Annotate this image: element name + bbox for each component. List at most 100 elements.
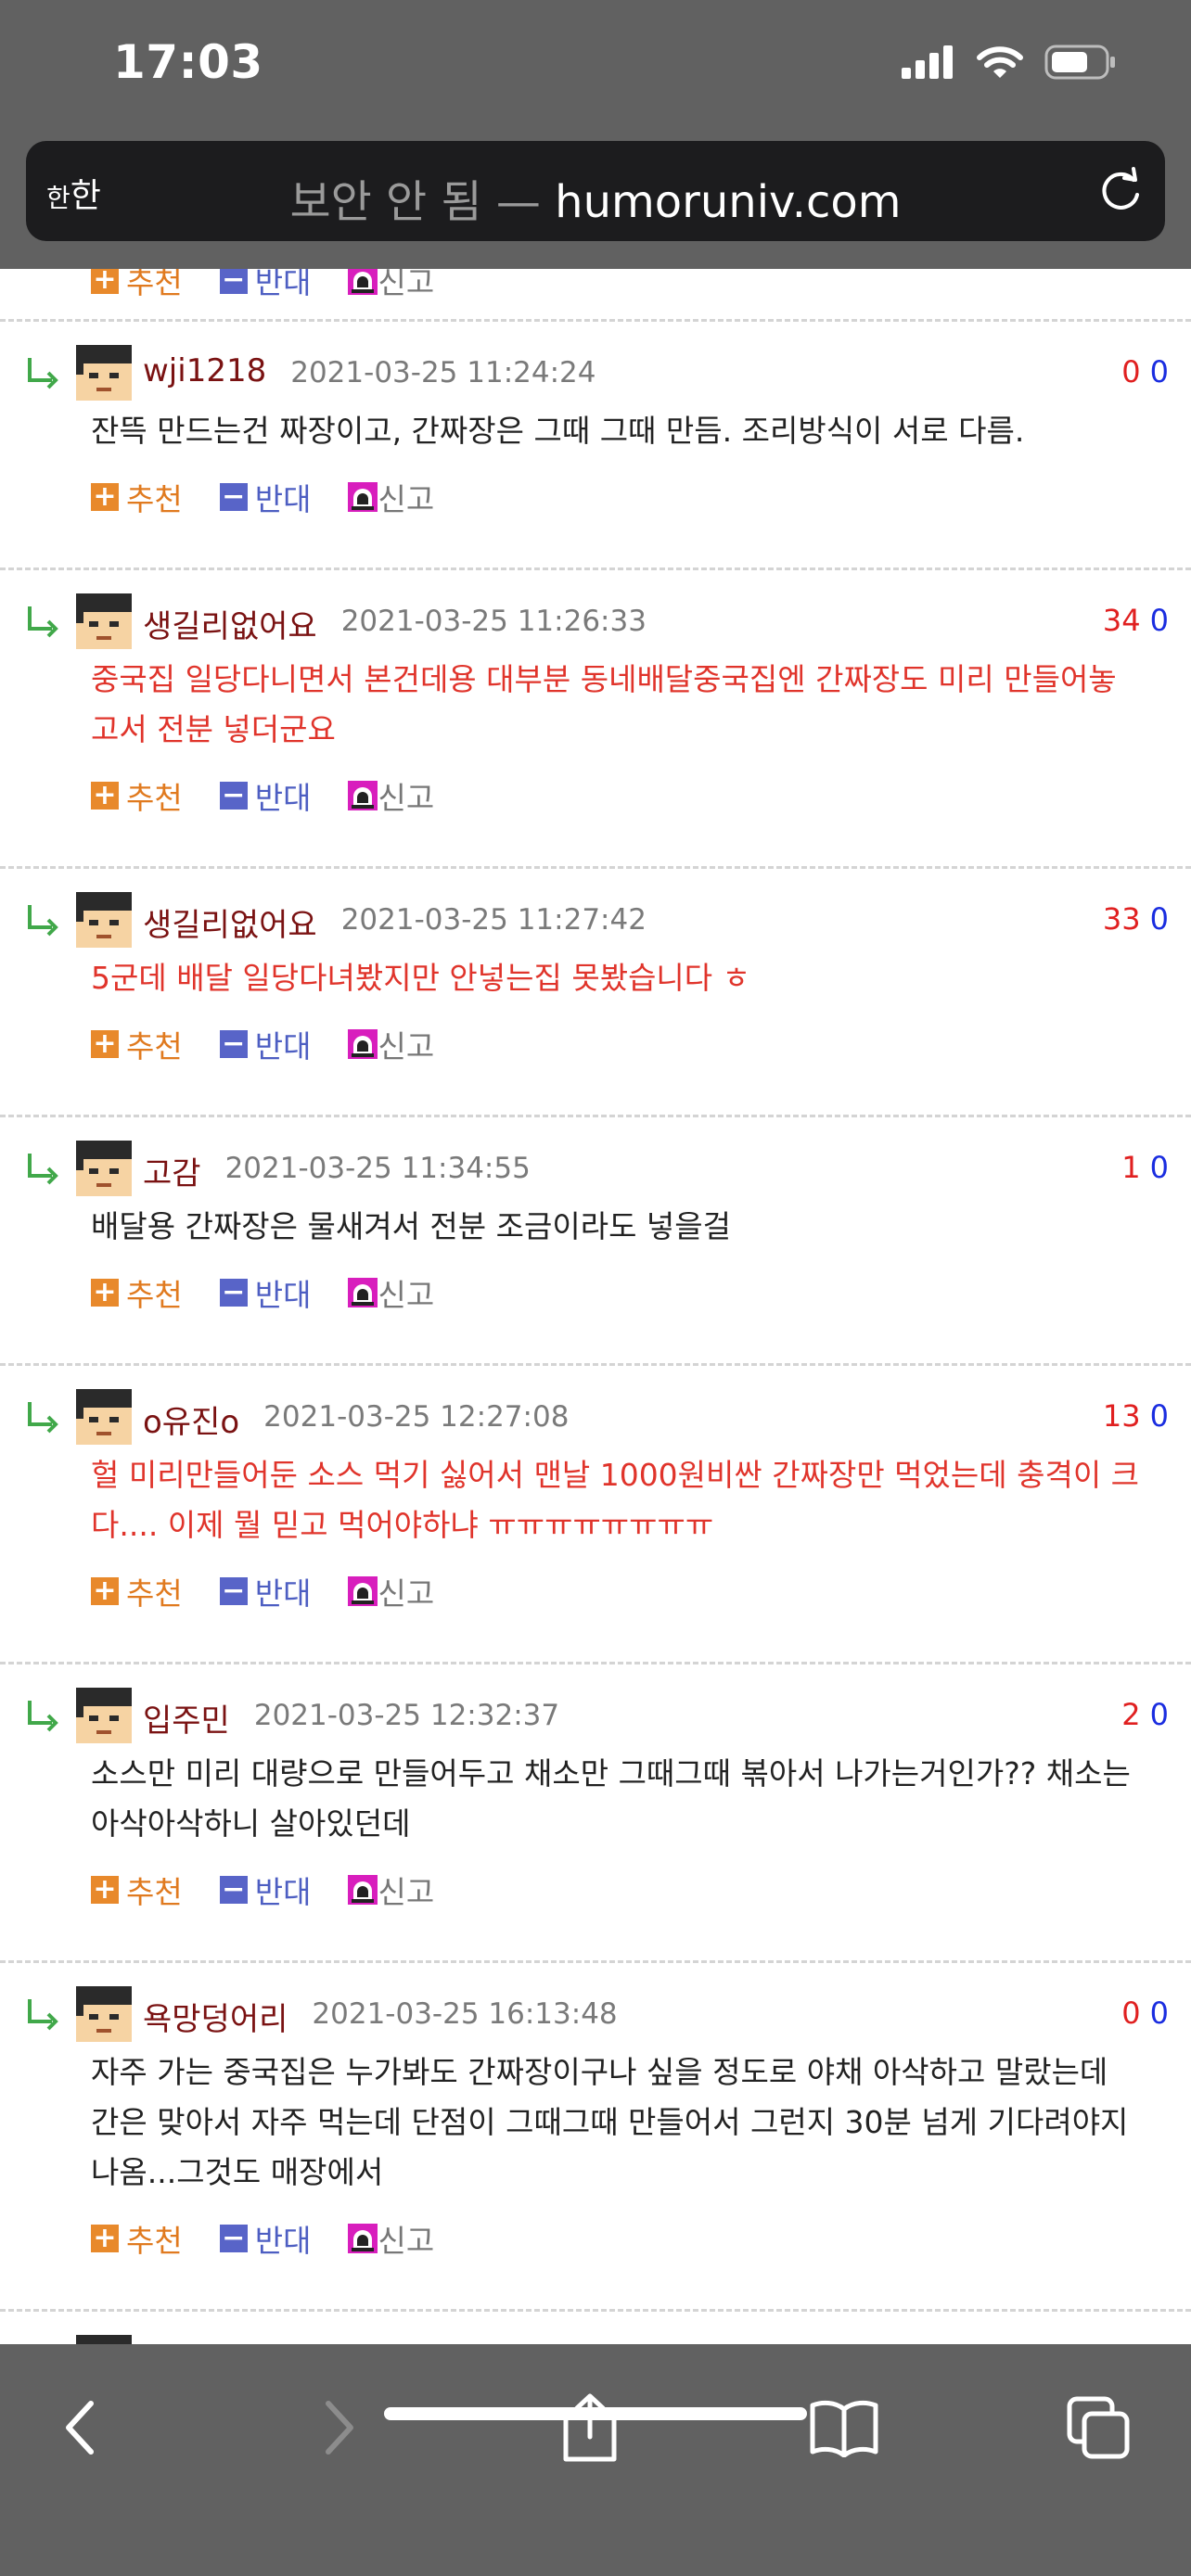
comment-divider xyxy=(0,2309,1191,2312)
report-button[interactable]: 신고 xyxy=(348,1270,434,1315)
comment-actions: + 추천 − 반대 신고 xyxy=(91,1869,471,1910)
comment-body: 중국집 일당다니면서 본건데용 대부분 동네배달중국집엔 간짜장도 미리 만들어… xyxy=(91,655,1167,755)
downvote-count: 0 xyxy=(1149,1398,1169,1434)
minus-icon: − xyxy=(219,782,248,810)
reply-arrow-icon xyxy=(28,358,58,389)
siren-icon xyxy=(348,1029,378,1059)
comment-author[interactable]: 생길리없어요 xyxy=(143,899,317,945)
report-label: 신고 xyxy=(378,780,435,816)
recommend-button[interactable]: + 추천 xyxy=(91,773,183,818)
oppose-label: 반대 xyxy=(254,2223,312,2259)
recommend-button[interactable]: + 추천 xyxy=(91,1868,183,1912)
comment-actions: + 추천 − 반대 신고 xyxy=(91,1272,471,1313)
downvote-count: 0 xyxy=(1149,1996,1169,2031)
user-avatar xyxy=(76,892,132,948)
oppose-label: 반대 xyxy=(254,1028,312,1065)
report-button[interactable]: 신고 xyxy=(348,1569,434,1613)
user-avatar xyxy=(76,1389,132,1445)
recommend-button[interactable]: + 추천 xyxy=(91,475,183,519)
recommend-label: 추천 xyxy=(126,1575,183,1612)
plus-icon: + xyxy=(91,1279,119,1307)
report-label: 신고 xyxy=(378,1028,435,1065)
reply-arrow-icon xyxy=(28,1701,58,1732)
comment-actions: + 추천 − 반대 신고 xyxy=(91,1024,471,1065)
oppose-label: 반대 xyxy=(254,1874,312,1910)
recommend-button[interactable]: + 추천 xyxy=(91,1022,183,1066)
recommend-button[interactable]: + 추천 xyxy=(91,1270,183,1315)
recommend-label: 추천 xyxy=(126,1028,183,1065)
url-text[interactable]: 보안 안 됨 — humoruniv.com xyxy=(26,165,1165,230)
comment-votes: 00 xyxy=(1121,354,1169,389)
comment-body: 자주 가는 중국집은 누가봐도 간짜장이구나 싶을 정도로 야채 아삭하고 말랐… xyxy=(91,2047,1167,2198)
comment-item: 생길리없어요 2021-03-25 11:27:42 33 0 5군데 배달 일당다녀봤… xyxy=(0,866,1191,1115)
reply-arrow-icon xyxy=(28,905,58,937)
reply-arrow-icon xyxy=(28,606,58,638)
url-domain: humoruniv.com xyxy=(555,176,902,228)
plus-icon: + xyxy=(91,1577,119,1605)
forward-button[interactable] xyxy=(302,2391,377,2465)
siren-icon xyxy=(348,482,378,512)
comment-divider xyxy=(0,319,1191,322)
minus-icon: − xyxy=(219,1279,248,1307)
share-button[interactable] xyxy=(553,2391,627,2465)
plus-icon: + xyxy=(91,1876,119,1904)
oppose-label: 반대 xyxy=(254,780,312,816)
comment-body-line: 헐 미리만들어둔 소스 먹기 싫어서 맨날 1000원비싼 간짜장만 먹었는데 … xyxy=(91,1457,1140,1493)
report-button[interactable]: 신고 xyxy=(348,1868,434,1912)
oppose-label: 반대 xyxy=(254,1575,312,1612)
oppose-button[interactable]: − 반대 xyxy=(219,773,312,818)
comment-votes: 10 xyxy=(1121,1150,1169,1185)
comment-actions: + 추천 − 반대 신고 xyxy=(91,1571,471,1612)
user-avatar xyxy=(76,1141,132,1196)
address-bar[interactable]: 한한 보안 안 됨 — humoruniv.com xyxy=(26,141,1165,241)
oppose-button[interactable]: − 반대 xyxy=(219,1868,312,1912)
comment-item: 욕망덩어리 2021-03-25 16:13:48 0 0 자주 가는 중국집은 누가봐… xyxy=(0,1960,1191,2309)
comment-author[interactable]: 욕망덩어리 xyxy=(143,1994,288,2039)
comment-author[interactable]: 고감 xyxy=(143,1148,201,1193)
oppose-button[interactable]: − 반대 xyxy=(219,1270,311,1315)
comment-votes: 33 0 xyxy=(1103,901,1169,937)
upvote-count: 13 xyxy=(1102,1398,1141,1434)
report-button[interactable]: 신고 xyxy=(348,475,434,519)
recommend-button[interactable]: + 추천 xyxy=(91,1569,183,1613)
comment-divider xyxy=(0,1363,1191,1366)
comment-item: o유진o 2021-03-25 12:27:08 13 0 헐 미리만들어둔 소스 먹기… xyxy=(0,1363,1191,1662)
comment-body-line: 간은 맞아서 자주 먹는데 단점이 그때그때 만들어서 그런지 30분 넘게 기… xyxy=(91,2104,1129,2140)
oppose-button[interactable]: − 반대 xyxy=(219,2216,312,2261)
insecure-label: 보안 안 됨 xyxy=(289,176,482,228)
comment-body-line: 고서 전분 넣더군요 xyxy=(91,711,336,747)
user-avatar xyxy=(76,345,132,401)
status-icons xyxy=(902,45,1117,80)
report-button[interactable]: 신고 xyxy=(348,269,434,302)
comment-author[interactable]: wji1218 xyxy=(143,352,266,389)
comment-author[interactable]: 생길리없어요 xyxy=(143,601,317,646)
report-label: 신고 xyxy=(378,269,435,300)
recommend-button[interactable]: + 추천 xyxy=(91,2216,183,2261)
bookmarks-icon xyxy=(810,2400,878,2457)
bookmarks-button[interactable] xyxy=(807,2391,881,2465)
recommend-button[interactable]: + 추천 xyxy=(91,269,183,302)
reload-icon[interactable] xyxy=(1096,167,1145,215)
report-button[interactable]: 신고 xyxy=(348,773,434,818)
back-icon xyxy=(66,2401,94,2455)
comment-body-line: 5군데 배달 일당다녀봤지만 안넣는집 못봤습니다 ㅎ xyxy=(91,960,751,996)
oppose-button[interactable]: − 반대 xyxy=(219,475,311,519)
comment-author[interactable]: o유진o xyxy=(143,1396,239,1442)
share-icon xyxy=(563,2393,617,2462)
oppose-button[interactable]: − 반대 xyxy=(219,1022,312,1066)
tabs-button[interactable] xyxy=(1061,2391,1135,2465)
oppose-button[interactable]: − 반대 xyxy=(219,1569,312,1613)
report-button[interactable]: 신고 xyxy=(348,2216,434,2261)
comment-body-line: 소스만 미리 대량으로 만들어두고 채소만 그때그때 볶아서 나가는거인가?? … xyxy=(91,1755,1131,1792)
user-avatar xyxy=(76,2335,132,2344)
comment-datetime: 2021-03-25 12:32:37 xyxy=(253,1699,560,1732)
oppose-button[interactable]: − 반대 xyxy=(219,269,311,302)
comment-actions: + 추천 − 반대 신고 xyxy=(91,2218,471,2259)
report-label: 신고 xyxy=(378,1874,435,1910)
comment-author[interactable]: 입주민 xyxy=(143,1695,230,1741)
report-button[interactable]: 신고 xyxy=(348,1022,434,1066)
user-avatar xyxy=(76,1688,132,1743)
user-avatar xyxy=(76,593,132,649)
downvote-count: 0 xyxy=(1149,354,1169,389)
back-button[interactable] xyxy=(43,2391,117,2465)
